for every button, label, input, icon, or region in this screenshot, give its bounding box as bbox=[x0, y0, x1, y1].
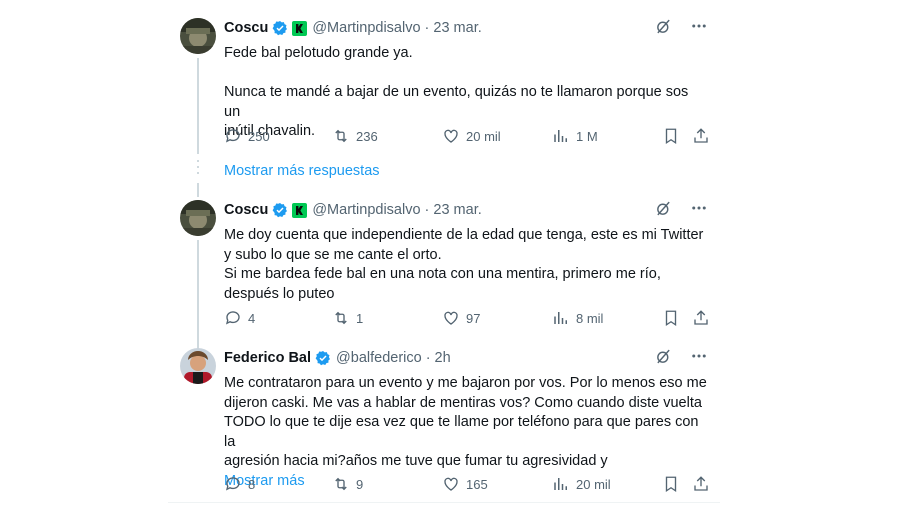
tweet-time[interactable]: 23 mar. bbox=[433, 20, 481, 36]
tweet-actions: 8 9 165 20 mil bbox=[224, 474, 720, 494]
retweet-button[interactable]: 236 bbox=[332, 127, 378, 145]
reply-button[interactable]: 250 bbox=[224, 127, 270, 145]
display-name[interactable]: Coscu bbox=[224, 202, 268, 218]
share-button[interactable] bbox=[692, 127, 710, 145]
reply-icon bbox=[225, 477, 240, 491]
more-icon[interactable] bbox=[690, 347, 708, 369]
display-name[interactable]: Federico Bal bbox=[224, 350, 311, 366]
tweet-coscu-2[interactable]: Coscu @Martinpdisalvo · 23 mar. Me doy c… bbox=[168, 196, 720, 358]
tweet-federico-bal[interactable]: Federico Bal @balfederico · 2h Me contra… bbox=[168, 344, 720, 504]
conversation-thread: Coscu @Martinpdisalvo · 23 mar. Fede bal… bbox=[168, 0, 720, 505]
grok-icon[interactable] bbox=[655, 348, 672, 369]
like-icon bbox=[444, 477, 458, 491]
retweet-button[interactable]: 9 bbox=[332, 475, 363, 493]
tweet-time[interactable]: 2h bbox=[435, 350, 451, 366]
bookmark-button[interactable] bbox=[662, 127, 680, 145]
verified-icon bbox=[315, 350, 331, 366]
tweet-header: Coscu @Martinpdisalvo · 23 mar. bbox=[224, 18, 708, 38]
grok-icon[interactable] bbox=[655, 18, 672, 39]
avatar[interactable] bbox=[180, 18, 216, 54]
retweet-icon bbox=[335, 311, 347, 325]
thread-line bbox=[197, 240, 199, 358]
tweet-actions: 250 236 20 mil 1 M bbox=[224, 126, 720, 146]
reply-button[interactable]: 4 bbox=[224, 309, 255, 327]
retweet-icon bbox=[335, 129, 347, 143]
avatar[interactable] bbox=[180, 200, 216, 236]
views-icon bbox=[554, 312, 567, 324]
bookmark-icon bbox=[665, 310, 677, 327]
like-button[interactable]: 165 bbox=[442, 475, 488, 493]
tweet-time[interactable]: 23 mar. bbox=[433, 202, 481, 218]
share-button[interactable] bbox=[692, 309, 710, 327]
views-button[interactable]: 8 mil bbox=[552, 309, 603, 327]
views-button[interactable]: 20 mil bbox=[552, 475, 611, 493]
like-button[interactable]: 97 bbox=[442, 309, 480, 327]
verified-icon bbox=[272, 20, 288, 36]
tweet-text: Me contrataron para un evento y me bajar… bbox=[224, 375, 707, 469]
more-icon[interactable] bbox=[690, 199, 708, 221]
reply-icon bbox=[225, 311, 240, 325]
share-button[interactable] bbox=[692, 475, 710, 493]
share-icon bbox=[694, 476, 708, 491]
kick-badge-icon bbox=[292, 202, 308, 218]
bookmark-icon bbox=[665, 128, 677, 145]
tweet-text: Me doy cuenta que independiente de la ed… bbox=[224, 227, 704, 302]
display-name[interactable]: Coscu bbox=[224, 20, 268, 36]
divider bbox=[168, 502, 720, 503]
verified-icon bbox=[272, 202, 288, 218]
user-handle[interactable]: @Martinpdisalvo bbox=[312, 202, 420, 218]
bookmark-button[interactable] bbox=[662, 309, 680, 327]
retweet-button[interactable]: 1 bbox=[332, 309, 363, 327]
retweet-icon bbox=[335, 477, 347, 491]
like-icon bbox=[444, 129, 458, 143]
grok-icon[interactable] bbox=[655, 200, 672, 221]
share-icon bbox=[694, 310, 708, 325]
user-handle[interactable]: @balfederico bbox=[336, 350, 422, 366]
bookmark-button[interactable] bbox=[662, 475, 680, 493]
more-icon[interactable] bbox=[690, 17, 708, 39]
thread-line bbox=[197, 58, 199, 154]
tweet-coscu-1[interactable]: Coscu @Martinpdisalvo · 23 mar. Fede bal… bbox=[168, 14, 720, 154]
views-icon bbox=[554, 130, 567, 142]
views-icon bbox=[554, 478, 567, 490]
kick-badge-icon bbox=[292, 20, 308, 36]
avatar[interactable] bbox=[180, 348, 216, 384]
tweet-actions: 4 1 97 8 mil bbox=[224, 308, 720, 328]
show-more-replies-link[interactable]: Mostrar más respuestas bbox=[224, 163, 380, 179]
tweet-header: Federico Bal @balfederico · 2h bbox=[224, 348, 708, 368]
like-icon bbox=[444, 311, 458, 325]
views-button[interactable]: 1 M bbox=[552, 127, 598, 145]
reply-button[interactable]: 8 bbox=[224, 475, 255, 493]
share-icon bbox=[694, 128, 708, 143]
thread-line bbox=[197, 183, 199, 197]
tweet-header: Coscu @Martinpdisalvo · 23 mar. bbox=[224, 200, 708, 220]
thread-gap-dots bbox=[197, 160, 199, 178]
bookmark-icon bbox=[665, 476, 677, 493]
reply-icon bbox=[225, 129, 240, 143]
like-button[interactable]: 20 mil bbox=[442, 127, 501, 145]
user-handle[interactable]: @Martinpdisalvo bbox=[312, 20, 420, 36]
